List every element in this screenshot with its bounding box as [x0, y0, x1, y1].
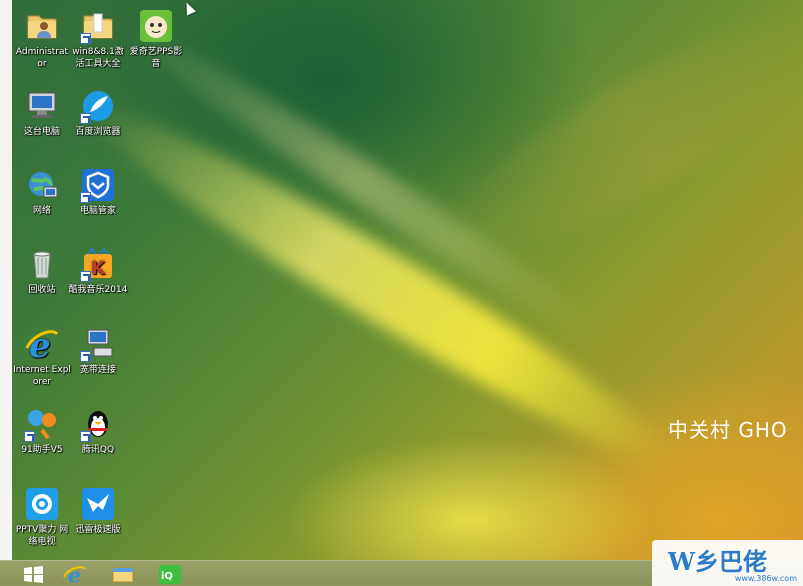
- taskbar-ie[interactable]: e: [60, 563, 90, 586]
- icon-label: 迅雷极速版: [75, 525, 121, 535]
- site-watermark-badge: W乡巴佬 www.386w.com: [652, 540, 803, 586]
- desktop-icon-win8-tools[interactable]: win8&8.1激活工具大全: [68, 8, 128, 70]
- recycle-bin-icon: [24, 246, 60, 282]
- computer-icon: [24, 88, 60, 124]
- folder-icon: [80, 8, 116, 44]
- site-brand-text: W乡巴佬: [668, 547, 767, 576]
- svg-text:K: K: [91, 258, 106, 279]
- shortcut-arrow-icon: [80, 192, 91, 203]
- taskbar-iqiyi[interactable]: iQ: [155, 563, 185, 585]
- desktop-icon-tencent-qq[interactable]: 腾讯QQ: [68, 406, 128, 456]
- shortcut-arrow-icon: [24, 431, 35, 442]
- wallpaper-streak: [430, 0, 803, 288]
- icon-label: 酷我音乐2014: [68, 285, 128, 295]
- icon-label: 百度浏览器: [75, 127, 121, 137]
- desktop-icon-pptv[interactable]: PPTV聚力 网络电视: [12, 486, 72, 548]
- baidu-browser-icon: [80, 88, 116, 124]
- screen-edge: [0, 0, 12, 560]
- shortcut-arrow-icon: [80, 113, 91, 124]
- start-button[interactable]: [18, 563, 48, 585]
- desktop-icon-broadband[interactable]: 宽带连接: [68, 326, 128, 376]
- desktop-icon-91-assistant[interactable]: 91助手V5: [12, 406, 72, 456]
- icon-label: 这台电脑: [23, 127, 60, 137]
- network-globe-icon: [24, 167, 60, 203]
- desktop-icon-network[interactable]: 网络: [12, 167, 72, 217]
- icon-label: 腾讯QQ: [81, 445, 115, 455]
- icon-label: Internet Explorer: [13, 365, 71, 387]
- icon-label: Administrat or: [15, 47, 69, 69]
- wallpaper-streak: [70, 79, 690, 491]
- desktop-icon-iqiyi-pps[interactable]: 爱奇艺PPS影音: [126, 8, 186, 70]
- kuwo-music-icon: K: [80, 246, 116, 282]
- 91-assistant-icon: [24, 406, 60, 442]
- icon-label: 爱奇艺PPS影音: [129, 47, 183, 69]
- icon-label: win8&8.1激活工具大全: [72, 47, 124, 69]
- desktop-icon-administrator[interactable]: Administrat or: [12, 8, 72, 70]
- site-url-text: www.386w.com: [734, 574, 797, 583]
- desktop-icon-xunlei[interactable]: 迅雷极速版: [68, 486, 128, 536]
- shortcut-arrow-icon: [80, 271, 91, 282]
- xunlei-bird-icon: [80, 486, 116, 522]
- desktop-icon-this-pc[interactable]: 这台电脑: [12, 88, 72, 138]
- shortcut-arrow-icon: [80, 351, 91, 362]
- pps-player-icon: [138, 8, 174, 44]
- wallpaper-watermark-text: 中关村 GHO: [668, 418, 788, 442]
- broadband-connection-icon: [80, 326, 116, 362]
- shortcut-arrow-icon: [80, 431, 91, 442]
- shortcut-arrow-icon: [80, 33, 91, 44]
- folder-user-icon: [24, 8, 60, 44]
- windows-logo-icon: [24, 566, 43, 583]
- wallpaper-streak: [114, 10, 606, 350]
- desktop-icon-pc-manager[interactable]: 电脑管家: [68, 167, 128, 217]
- svg-text:iQ: iQ: [161, 571, 173, 582]
- desktop-icon-recycle-bin[interactable]: 回收站: [12, 246, 72, 296]
- shield-icon: [80, 167, 116, 203]
- pptv-icon: [24, 486, 60, 522]
- icon-label: 91助手V5: [21, 445, 63, 455]
- desktop-wallpaper: Administrat or 这台电脑 网络 回收站 e Internet Ex…: [0, 0, 803, 586]
- icon-label: 回收站: [28, 285, 56, 295]
- taskbar-file-explorer[interactable]: [108, 563, 138, 585]
- qq-penguin-icon: [80, 406, 116, 442]
- desktop-icon-internet-explorer[interactable]: e Internet Explorer: [12, 326, 72, 388]
- ie-icon: e: [63, 563, 86, 586]
- icon-label: 宽带连接: [79, 365, 116, 375]
- desktop-icon-baidu-browser[interactable]: 百度浏览器: [68, 88, 128, 138]
- file-explorer-icon: [112, 567, 134, 583]
- iqiyi-icon: iQ: [159, 565, 181, 584]
- ie-icon: e: [24, 326, 60, 366]
- icon-label: 网络: [32, 206, 51, 216]
- desktop-icon-kuwo-music[interactable]: K 酷我音乐2014: [68, 246, 128, 296]
- icon-label: PPTV聚力 网络电视: [15, 525, 69, 547]
- icon-label: 电脑管家: [79, 206, 116, 216]
